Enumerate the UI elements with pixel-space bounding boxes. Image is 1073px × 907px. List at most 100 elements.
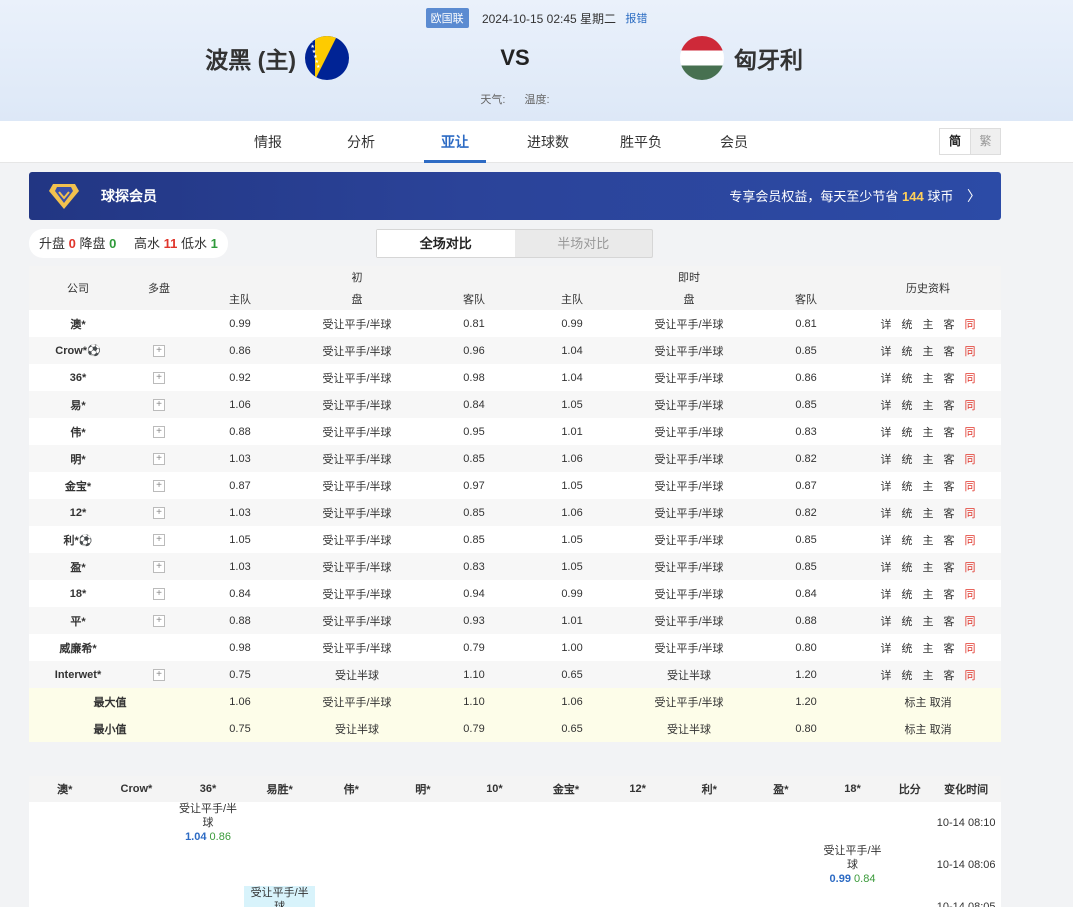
away-link[interactable]: 客 <box>944 535 955 547</box>
home-link[interactable]: 主 <box>923 562 934 574</box>
away-link[interactable]: 客 <box>944 562 955 574</box>
company-name[interactable]: 盈* <box>29 553 127 580</box>
same-link[interactable]: 同 <box>965 643 976 655</box>
same-link[interactable]: 同 <box>965 400 976 412</box>
detail-link[interactable]: 详 <box>881 481 892 493</box>
expand-plus-icon[interactable]: + <box>153 534 165 546</box>
tab-intel[interactable]: 情报 <box>238 121 298 163</box>
same-link[interactable]: 同 <box>965 535 976 547</box>
home-link[interactable]: 主 <box>923 346 934 358</box>
company-name[interactable]: 利*⚽ <box>29 526 127 553</box>
home-link[interactable]: 主 <box>923 670 934 682</box>
detail-link[interactable]: 详 <box>881 427 892 439</box>
stats-link[interactable]: 统 <box>902 508 913 520</box>
home-link[interactable]: 主 <box>923 508 934 520</box>
detail-link[interactable]: 详 <box>881 616 892 628</box>
company-name[interactable]: 威廉希* <box>29 634 127 661</box>
same-link[interactable]: 同 <box>965 319 976 331</box>
same-link[interactable]: 同 <box>965 616 976 628</box>
same-link[interactable]: 同 <box>965 670 976 682</box>
company-name[interactable]: 明* <box>29 445 127 472</box>
home-link[interactable]: 主 <box>923 319 934 331</box>
detail-link[interactable]: 详 <box>881 346 892 358</box>
traditional-button[interactable]: 繁 <box>970 129 1000 154</box>
stats-link[interactable]: 统 <box>902 481 913 493</box>
same-link[interactable]: 同 <box>965 427 976 439</box>
home-link[interactable]: 主 <box>923 427 934 439</box>
company-name[interactable]: 澳* <box>29 310 127 337</box>
home-link[interactable]: 主 <box>923 373 934 385</box>
detail-link[interactable]: 详 <box>881 643 892 655</box>
away-link[interactable]: 客 <box>944 670 955 682</box>
away-link[interactable]: 客 <box>944 346 955 358</box>
away-link[interactable]: 客 <box>944 454 955 466</box>
company-name[interactable]: 伟* <box>29 418 127 445</box>
detail-link[interactable]: 详 <box>881 670 892 682</box>
same-link[interactable]: 同 <box>965 508 976 520</box>
detail-link[interactable]: 详 <box>881 589 892 601</box>
stats-link[interactable]: 统 <box>902 535 913 547</box>
expand-plus-icon[interactable]: + <box>153 480 165 492</box>
company-name[interactable]: 12* <box>29 499 127 526</box>
expand-plus-icon[interactable]: + <box>153 372 165 384</box>
tab-member[interactable]: 会员 <box>704 121 764 163</box>
detail-link[interactable]: 详 <box>881 373 892 385</box>
expand-plus-icon[interactable]: + <box>153 588 165 600</box>
same-link[interactable]: 同 <box>965 589 976 601</box>
stats-link[interactable]: 统 <box>902 319 913 331</box>
company-name[interactable]: Crow*⚽ <box>29 337 127 364</box>
stats-link[interactable]: 统 <box>902 454 913 466</box>
home-link[interactable]: 主 <box>923 589 934 601</box>
simplified-button[interactable]: 简 <box>940 129 970 154</box>
home-link[interactable]: 主 <box>923 454 934 466</box>
away-team[interactable]: 匈牙利 <box>680 36 803 80</box>
same-link[interactable]: 同 <box>965 481 976 493</box>
detail-link[interactable]: 详 <box>881 400 892 412</box>
expand-plus-icon[interactable]: + <box>153 669 165 681</box>
company-name[interactable]: 易* <box>29 391 127 418</box>
stats-link[interactable]: 统 <box>902 616 913 628</box>
away-link[interactable]: 客 <box>944 400 955 412</box>
expand-plus-icon[interactable]: + <box>153 615 165 627</box>
company-name[interactable]: 18* <box>29 580 127 607</box>
home-link[interactable]: 主 <box>923 400 934 412</box>
company-name[interactable]: 金宝* <box>29 472 127 499</box>
stats-link[interactable]: 统 <box>902 589 913 601</box>
detail-link[interactable]: 详 <box>881 535 892 547</box>
home-link[interactable]: 主 <box>923 616 934 628</box>
tab-1x2[interactable]: 胜平负 <box>611 121 671 163</box>
stats-link[interactable]: 统 <box>902 346 913 358</box>
expand-plus-icon[interactable]: + <box>153 426 165 438</box>
away-link[interactable]: 客 <box>944 589 955 601</box>
company-name[interactable]: 36* <box>29 364 127 391</box>
detail-link[interactable]: 详 <box>881 319 892 331</box>
detail-link[interactable]: 详 <box>881 508 892 520</box>
expand-plus-icon[interactable]: + <box>153 399 165 411</box>
max-row-actions[interactable]: 标主 取消 <box>855 688 1002 715</box>
tab-asian-handicap[interactable]: 亚让 <box>424 121 486 163</box>
detail-link[interactable]: 详 <box>881 562 892 574</box>
full-match-button[interactable]: 全场对比 <box>377 230 515 257</box>
away-link[interactable]: 客 <box>944 373 955 385</box>
company-name[interactable]: Interwet* <box>29 661 127 688</box>
same-link[interactable]: 同 <box>965 346 976 358</box>
member-banner[interactable]: 球探会员 专享会员权益，每天至少节省 144 球币 〉 <box>29 172 1001 220</box>
away-link[interactable]: 客 <box>944 643 955 655</box>
home-link[interactable]: 主 <box>923 535 934 547</box>
stats-link[interactable]: 统 <box>902 643 913 655</box>
away-link[interactable]: 客 <box>944 508 955 520</box>
expand-plus-icon[interactable]: + <box>153 453 165 465</box>
stats-link[interactable]: 统 <box>902 400 913 412</box>
stats-link[interactable]: 统 <box>902 562 913 574</box>
same-link[interactable]: 同 <box>965 562 976 574</box>
expand-plus-icon[interactable]: + <box>153 345 165 357</box>
stats-link[interactable]: 统 <box>902 373 913 385</box>
away-link[interactable]: 客 <box>944 481 955 493</box>
same-link[interactable]: 同 <box>965 373 976 385</box>
min-row-actions[interactable]: 标主 取消 <box>855 715 1002 742</box>
expand-plus-icon[interactable]: + <box>153 561 165 573</box>
company-name[interactable]: 平* <box>29 607 127 634</box>
report-link[interactable]: 报错 <box>625 13 647 25</box>
away-link[interactable]: 客 <box>944 319 955 331</box>
stats-link[interactable]: 统 <box>902 670 913 682</box>
